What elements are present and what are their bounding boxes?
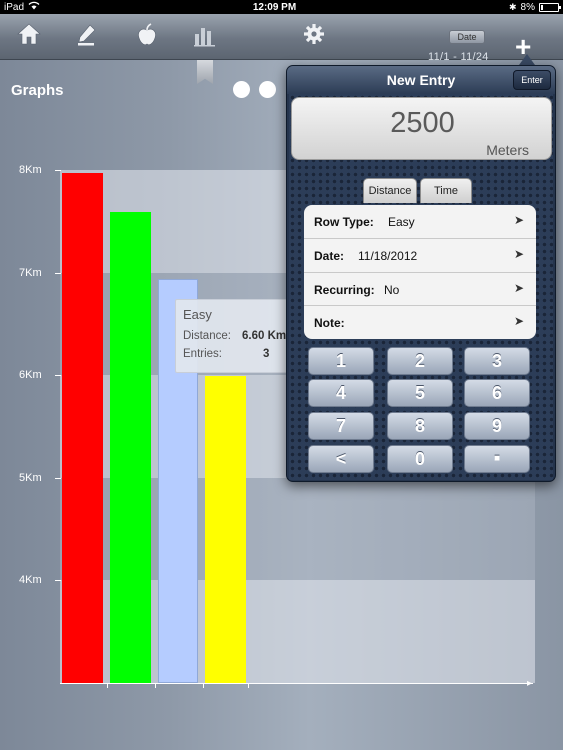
value-display: 2500 Meters [291,97,552,160]
tab-time[interactable]: Time [420,178,472,203]
y-tick-label: 7Km [19,266,42,279]
tooltip-entries-value: 3 [263,348,270,360]
date-row[interactable]: Date: 11/18/2012 ➤ [304,238,536,271]
pencil-icon[interactable] [72,22,102,56]
keypad-key[interactable]: 3 [464,347,530,375]
tooltip-title: Easy [183,307,212,322]
date-label: Date: [314,249,345,263]
row-type-value: Easy [388,215,415,229]
keypad-key[interactable]: 7 [308,412,374,440]
keypad-key[interactable]: 5 [387,379,453,407]
y-tick-label: 4Km [19,574,42,586]
page-title: Graphs [11,82,64,99]
bar-chart-icon[interactable] [190,22,220,56]
note-row[interactable]: Note: ➤ [304,305,536,338]
tooltip-distance-label: Distance: [183,330,231,342]
toolbar: Date 11/1 - 11/24 + [0,14,563,63]
battery-percent: 8% [520,1,535,13]
y-tick [55,170,61,171]
bar-tooltip: Easy Distance: 6.60 Km Entries: 3 [175,299,295,373]
date-button[interactable]: Date [449,30,485,44]
status-bar: iPad 12:09 PM ✱ 8% [0,0,563,14]
y-tick [55,580,61,581]
arrow-icon: ➤ [513,213,524,227]
y-tick-label: 5Km [19,471,42,484]
keypad-key[interactable]: 6 [464,379,530,407]
gear-icon[interactable] [299,22,329,54]
page-indicator[interactable] [233,81,276,98]
new-entry-popover: New Entry Enter 2500 Meters Distance Tim… [286,65,556,482]
battery-icon [539,2,561,12]
tab-distance[interactable]: Distance [363,178,417,203]
tooltip-distance-value: 6.60 Km [242,330,287,342]
wifi-icon [28,1,40,13]
arrow-icon: ➤ [513,281,524,295]
apple-icon[interactable] [132,22,162,56]
bluetooth-icon: ✱ [509,1,517,12]
x-axis [60,683,533,684]
x-tick [203,683,204,688]
row-type-row[interactable]: Row Type: Easy ➤ [304,205,536,238]
keypad-key[interactable]: 1 [308,347,374,375]
page-dot[interactable] [259,81,276,98]
arrow-icon: ➤ [513,314,524,328]
y-tick [55,272,61,274]
y-tick [55,477,61,479]
recurring-label: Recurring: [314,283,375,297]
home-icon[interactable] [14,22,44,54]
chart-bar[interactable] [205,376,246,683]
keypad-key[interactable]: 4 [308,379,374,407]
enter-button[interactable]: Enter [513,70,551,90]
keypad-key[interactable]: 0 [387,445,453,473]
x-axis-arrow: ▸ [527,678,533,689]
row-type-label: Row Type: [314,215,374,229]
y-tick-label: 6Km [19,369,42,381]
chart-bar[interactable] [62,173,103,683]
keypad-key[interactable]: 9 [464,412,530,440]
keypad-key[interactable]: ■ [464,445,530,473]
chart-bar[interactable] [110,212,151,683]
entry-unit: Meters [486,142,529,158]
y-tick [55,375,61,376]
keypad-key[interactable]: < [308,445,374,473]
keypad-key[interactable]: 8 [387,412,453,440]
x-tick [155,683,156,688]
date-value: 11/18/2012 [358,249,418,263]
keypad-key[interactable]: 2 [387,347,453,375]
entry-form: Row Type: Easy ➤ Date: 11/18/2012 ➤ Recu… [304,205,536,339]
popover-header: New Entry Enter [287,66,555,94]
y-tick-label: 8Km [19,164,42,176]
recurring-row[interactable]: Recurring: No ➤ [304,272,536,305]
page-dot[interactable] [233,81,250,98]
device-name: iPad [4,1,25,13]
entry-value: 2500 [390,107,455,139]
x-tick [248,683,249,688]
arrow-icon: ➤ [513,247,524,261]
recurring-value: No [384,283,400,297]
popover-pointer [519,54,535,65]
tooltip-entries-label: Entries: [183,348,222,360]
status-time: 12:09 PM [252,1,297,13]
note-label: Note: [314,316,345,330]
x-tick [107,683,108,688]
